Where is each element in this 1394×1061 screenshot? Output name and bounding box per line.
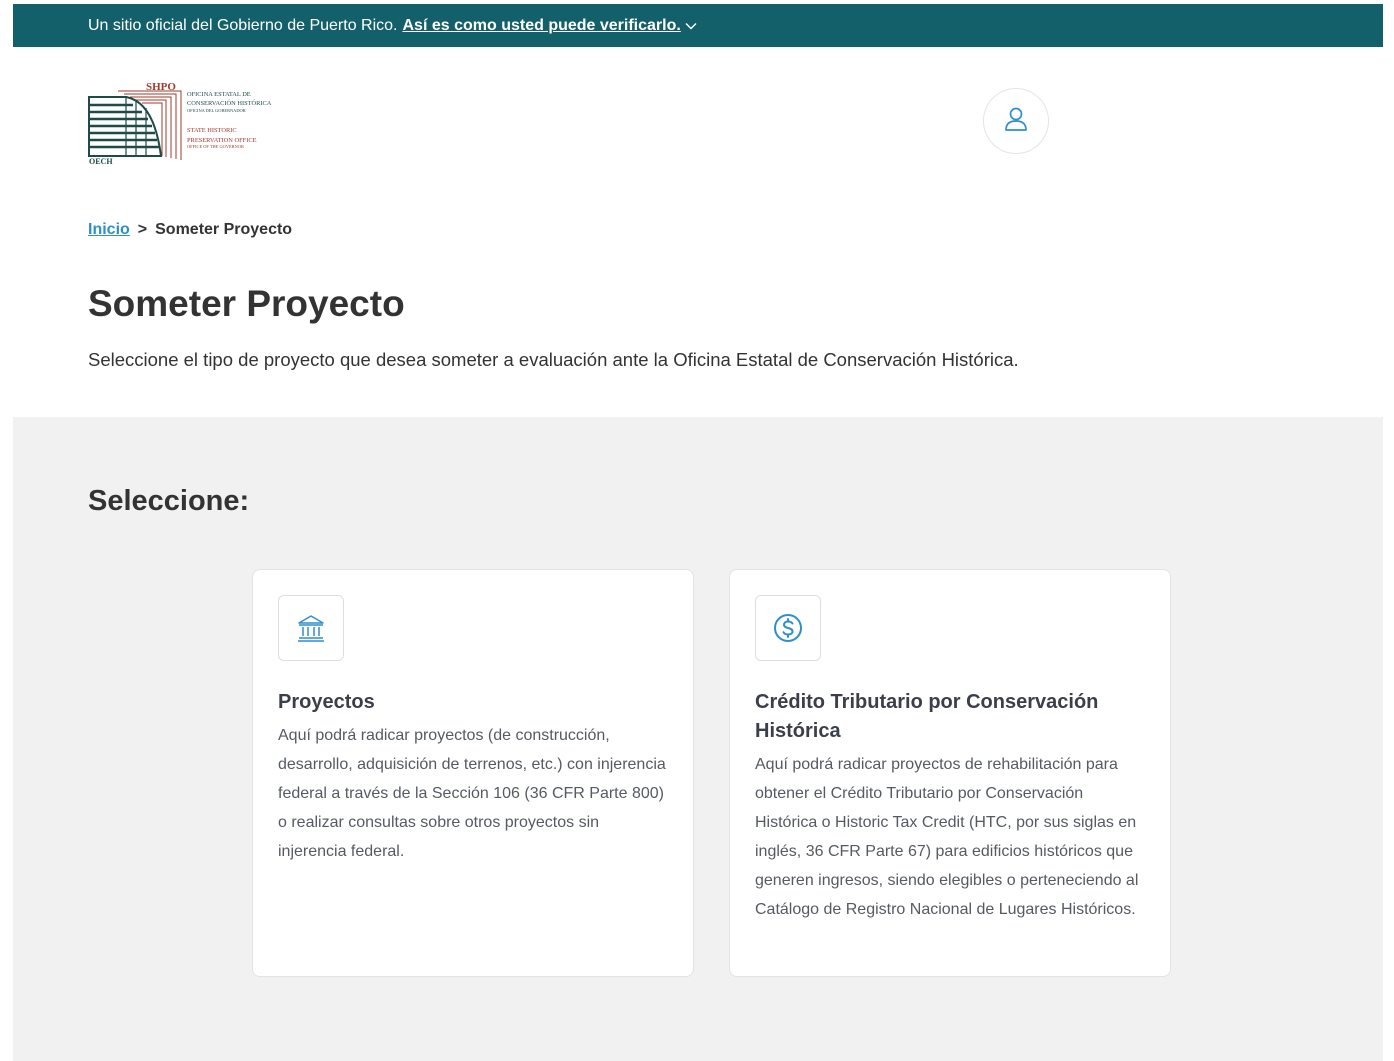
logo-line-1: OFICINA ESTATAL DE [187, 91, 251, 98]
chevron-down-icon[interactable] [685, 22, 697, 30]
breadcrumb-current: Someter Proyecto [155, 221, 293, 238]
card-proyectos[interactable]: Proyectos Aquí podrá radicar proyectos (… [252, 569, 694, 977]
logo-line-5: PRESERVATION OFFICE [187, 137, 257, 144]
card-credito-tributario[interactable]: Crédito Tributario por Conservación Hist… [729, 569, 1171, 977]
gov-banner-text: Un sitio oficial del Gobierno de Puerto … [88, 16, 398, 34]
page-intro: Seleccione el tipo de proyecto que desea… [88, 349, 1019, 370]
logo-line-4: STATE HISTORIC [187, 127, 237, 134]
logo-acronym: SHPO [146, 81, 176, 93]
bank-icon [278, 595, 344, 661]
breadcrumb-home-link[interactable]: Inicio [88, 221, 130, 238]
project-type-section: Seleccione: Proyectos Aquí podrá radicar… [13, 417, 1383, 1061]
dollar-icon [755, 595, 821, 661]
card-description: Aquí podrá radicar proyectos de rehabili… [755, 756, 1139, 918]
logo-line-3: OFICINA DEL GOBERNADOR [187, 108, 246, 113]
breadcrumb-separator: > [137, 221, 148, 238]
card-title: Crédito Tributario por Conservación Hist… [755, 691, 1099, 742]
page-frame: Un sitio oficial del Gobierno de Puerto … [13, 4, 1383, 1061]
gov-banner: Un sitio oficial del Gobierno de Puerto … [13, 4, 1383, 47]
select-heading: Seleccione: [88, 485, 250, 517]
page-title: Someter Proyecto [88, 283, 405, 324]
shpo-logo[interactable]: SHPO OFICINA ESTATAL DE CONSERVACIÓN HIS… [88, 80, 318, 166]
card-title: Proyectos [278, 691, 375, 713]
user-account-button[interactable] [983, 88, 1049, 154]
breadcrumb: Inicio > Someter Proyecto [88, 221, 292, 239]
logo-line-2: CONSERVACIÓN HISTÓRICA [187, 99, 272, 107]
user-icon [1003, 106, 1029, 137]
card-description: Aquí podrá radicar proyectos (de constru… [278, 727, 666, 860]
logo-line-6: OFFICE OF THE GOVERNOR [187, 144, 244, 149]
logo-short: OECH [89, 157, 113, 166]
verify-link[interactable]: Así es como usted puede verificarlo. [403, 17, 681, 35]
